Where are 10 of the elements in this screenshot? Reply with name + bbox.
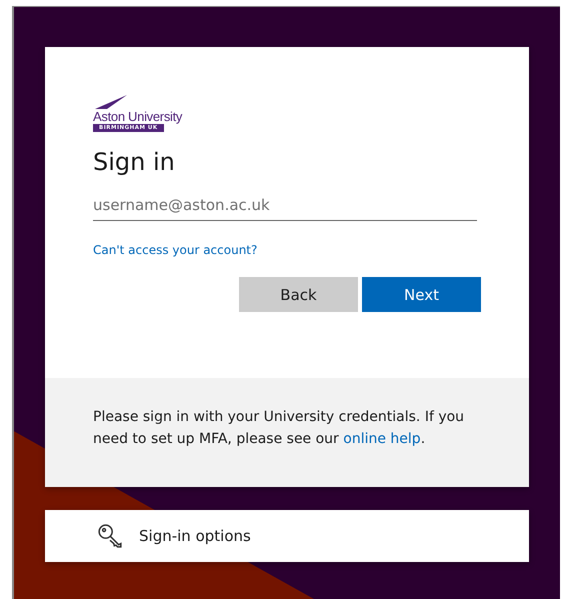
info-text: Please sign in with your University credentials. If you need to set up MFA, please see our online help.	[93, 408, 466, 449]
key-icon	[97, 523, 123, 549]
online-help-link[interactable]: online help	[343, 431, 421, 447]
page-title: Sign in	[93, 148, 176, 176]
logo-triangle-icon	[95, 95, 127, 109]
sign-in-options-button[interactable]: Sign-in options	[45, 510, 529, 562]
logo-name: Aston University	[93, 109, 182, 124]
next-button[interactable]: Next	[362, 277, 481, 312]
help-link[interactable]: Can't access your account?	[93, 243, 258, 257]
back-button[interactable]: Back	[239, 277, 358, 312]
